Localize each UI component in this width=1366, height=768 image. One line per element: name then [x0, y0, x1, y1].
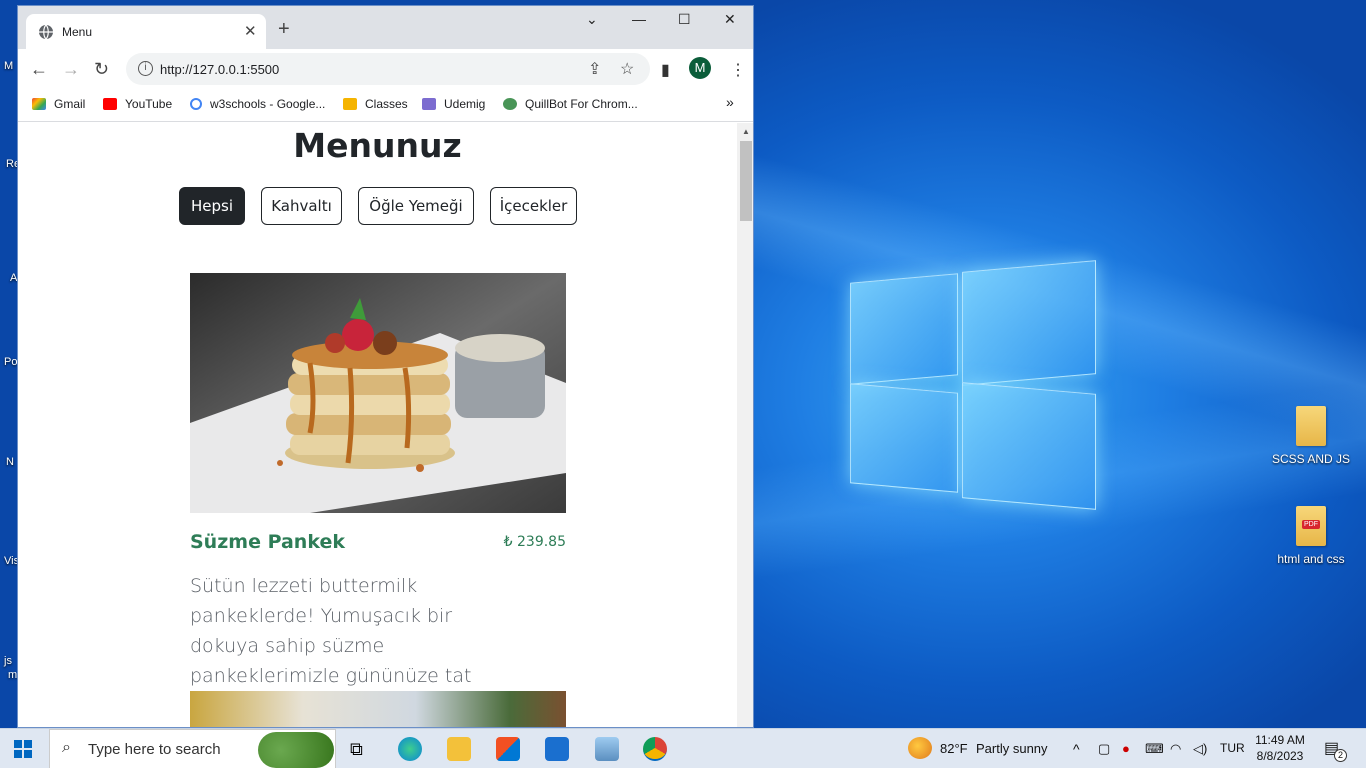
filter-kahvalti-button[interactable]: Kahvaltı	[261, 187, 342, 225]
weather-text[interactable]: Partly sunny	[976, 741, 1048, 756]
address-bar[interactable]: i http://127.0.0.1:5500 ⇪ ☆	[126, 53, 650, 85]
page-scrollbar[interactable]: ▲	[737, 123, 753, 727]
scroll-up-icon[interactable]: ▲	[742, 127, 750, 136]
browser-window: Menu ✕ + ⌄ — ☐ ✕ ← → ↻ i http://127.0.0.…	[17, 5, 754, 728]
site-info-icon[interactable]: i	[138, 61, 153, 76]
bookmark-udemig[interactable]: Udemig	[422, 97, 485, 111]
bookmark-gmail[interactable]: Gmail	[32, 97, 85, 111]
bookmark-classes[interactable]: Classes	[343, 97, 408, 111]
pdf-file-icon	[1296, 506, 1326, 546]
bookmark-w3schools[interactable]: w3schools - Google...	[190, 97, 325, 111]
meet-now-icon[interactable]: ▢	[1098, 741, 1110, 757]
tab-search-icon[interactable]: ⌄	[586, 11, 598, 28]
input-indicator-icon[interactable]: ⌨	[1145, 741, 1164, 757]
tab-title: Menu	[62, 25, 93, 39]
task-view-icon[interactable]: ⧉	[350, 739, 374, 763]
category-filters: Hepsi Kahvaltı Öğle Yemeği İçecekler	[18, 187, 737, 225]
url-text: http://127.0.0.1:5500	[160, 62, 280, 77]
clock-time: 11:49 AM	[1255, 733, 1305, 747]
chrome-icon[interactable]	[643, 737, 667, 761]
new-tab-icon[interactable]: +	[278, 18, 290, 41]
udemig-icon	[422, 98, 436, 110]
youtube-icon	[103, 98, 117, 110]
desktop-icon-html-and-css[interactable]: html and css	[1266, 506, 1356, 566]
taskbar-clock[interactable]: 11:49 AM 8/8/2023	[1247, 732, 1313, 764]
desktop-icon-scss-and-js[interactable]: SCSS AND JS	[1266, 406, 1356, 466]
page-title: Menunuz	[293, 126, 462, 165]
notification-count-badge: 2	[1334, 749, 1347, 762]
microsoft-store-icon[interactable]	[496, 737, 520, 761]
bookmarks-overflow-icon[interactable]: »	[726, 94, 734, 110]
back-arrow-icon[interactable]: ←	[30, 59, 48, 80]
mail-icon[interactable]	[545, 737, 569, 761]
filter-icecekler-button[interactable]: İçecekler	[490, 187, 577, 225]
google-icon	[190, 98, 202, 110]
menu-item-price: ₺ 239.85	[503, 534, 566, 550]
globe-icon	[39, 24, 53, 40]
show-hidden-icons-icon[interactable]: ^	[1073, 741, 1080, 757]
windows-logo-wallpaper	[846, 258, 1098, 512]
filter-ogle-yemegi-button[interactable]: Öğle Yemeği	[358, 187, 474, 225]
menu-item-name: Süzme Pankek	[190, 531, 345, 553]
language-indicator[interactable]: TUR	[1220, 741, 1245, 755]
bookmark-star-icon[interactable]: ☆	[620, 59, 634, 79]
more-menu-icon[interactable]: ⋮	[730, 60, 746, 80]
security-icon[interactable]: ●	[1122, 741, 1130, 756]
windows-start-icon[interactable]	[14, 740, 32, 758]
clipped-desktop-icons: M Re A Po N Vis js m	[4, 60, 21, 681]
search-placeholder: Type here to search	[88, 741, 221, 758]
weather-icon[interactable]	[908, 737, 932, 759]
search-icon: ⌕	[62, 739, 71, 756]
taskbar-search-box[interactable]: ⌕ Type here to search	[49, 729, 336, 768]
bookmark-youtube[interactable]: YouTube	[103, 97, 172, 111]
next-item-photo	[190, 691, 566, 727]
clock-date: 8/8/2023	[1256, 749, 1304, 763]
bookmarks-bar: Gmail YouTube w3schools - Google... Clas…	[18, 89, 753, 122]
classroom-icon	[343, 98, 357, 110]
wifi-icon[interactable]: ◠	[1170, 741, 1181, 757]
weather-temp[interactable]: 82°F	[940, 741, 968, 756]
remote-desktop-icon[interactable]	[595, 737, 619, 761]
profile-avatar[interactable]: M	[689, 57, 711, 79]
title-bar: Menu ✕ + ⌄ — ☐ ✕	[18, 6, 753, 49]
edge-icon[interactable]	[398, 737, 422, 761]
close-window-icon[interactable]: ✕	[724, 11, 736, 28]
browser-toolbar: ← → ↻ i http://127.0.0.1:5500 ⇪ ☆ ▮ M ⋮	[18, 49, 753, 89]
volume-icon[interactable]: ◁)	[1193, 741, 1207, 757]
reload-icon[interactable]: ↻	[94, 59, 109, 80]
search-highlight-icon	[258, 732, 334, 768]
bookmark-quillbot[interactable]: QuillBot For Chrom...	[503, 97, 638, 111]
pancake-photo	[190, 273, 566, 513]
folder-icon	[1296, 406, 1326, 446]
forward-arrow-icon[interactable]: →	[62, 59, 80, 80]
file-explorer-icon[interactable]	[447, 737, 471, 761]
maximize-icon[interactable]: ☐	[678, 11, 691, 28]
gmail-icon	[32, 98, 46, 110]
share-icon[interactable]: ⇪	[588, 59, 601, 79]
minimize-icon[interactable]: —	[632, 11, 646, 27]
quillbot-icon	[503, 98, 517, 110]
side-panel-icon[interactable]: ▮	[661, 60, 670, 80]
taskbar: ⌕ Type here to search ⧉ 82°F Partly sunn…	[0, 728, 1366, 768]
filter-hepsi-button[interactable]: Hepsi	[179, 187, 245, 225]
close-tab-icon[interactable]: ✕	[244, 22, 257, 40]
scrollbar-thumb[interactable]	[740, 141, 752, 221]
web-page: Menunuz Hepsi Kahvaltı Öğle Yemeği İçece…	[18, 123, 737, 727]
browser-tab-menu[interactable]: Menu ✕	[26, 14, 266, 49]
